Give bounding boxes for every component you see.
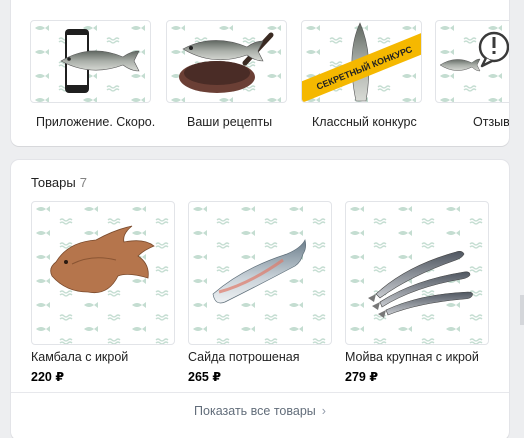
product-name[interactable]: Камбала с икрой — [31, 350, 175, 364]
capelin-icon — [346, 202, 488, 344]
album-tile-recipes[interactable] — [166, 20, 287, 103]
product-price: 220 ₽ — [31, 370, 65, 384]
album-caption-feedback: Отзывы — [473, 115, 509, 129]
product-card[interactable]: Камбала с икрой 220 ₽ — [31, 201, 175, 384]
fish-in-pan-icon — [167, 21, 286, 102]
product-image[interactable] — [188, 201, 332, 345]
flounder-icon — [32, 202, 174, 344]
show-all-goods-link[interactable]: Показать все товары › — [11, 404, 509, 418]
saithe-icon — [189, 202, 331, 344]
album-caption-contest: Классный конкурс — [312, 115, 417, 129]
feedback-fish-icon — [436, 21, 509, 102]
goods-title: Товары — [31, 175, 76, 190]
album-caption-app: Приложение. Скоро. — [36, 115, 156, 129]
album-tile-contest[interactable]: СЕКРЕТНЫЙ КОНКУРС — [301, 20, 422, 103]
scrollbar-thumb[interactable] — [520, 295, 524, 325]
goods-header[interactable]: Товары 7 — [31, 175, 87, 190]
product-price: 265 ₽ — [188, 370, 222, 384]
show-all-label: Показать все товары — [194, 404, 316, 418]
phone-fish-icon — [31, 21, 150, 102]
contest-fish-icon: СЕКРЕТНЫЙ КОНКУРС — [302, 21, 421, 102]
album-tile-app[interactable] — [30, 20, 151, 103]
product-name[interactable]: Мойва крупная с икрой — [345, 350, 489, 364]
product-price: 279 ₽ — [345, 370, 379, 384]
albums-card: Приложение. Скоро. Ваши рецепты СЕКРЕТНЫ… — [11, 0, 509, 146]
goods-count: 7 — [79, 175, 87, 190]
product-image[interactable] — [345, 201, 489, 345]
goods-card: Товары 7 Камбала с икрой 220 ₽ Сайда потр… — [11, 160, 509, 438]
product-card[interactable]: Мойва крупная с икрой 279 ₽ — [345, 201, 489, 384]
chevron-right-icon: › — [321, 404, 326, 418]
product-image[interactable] — [31, 201, 175, 345]
product-name[interactable]: Сайда потрошеная — [188, 350, 332, 364]
product-card[interactable]: Сайда потрошеная 265 ₽ — [188, 201, 332, 384]
album-tile-feedback[interactable] — [435, 20, 509, 103]
album-caption-recipes: Ваши рецепты — [187, 115, 273, 129]
goods-divider — [11, 392, 509, 393]
